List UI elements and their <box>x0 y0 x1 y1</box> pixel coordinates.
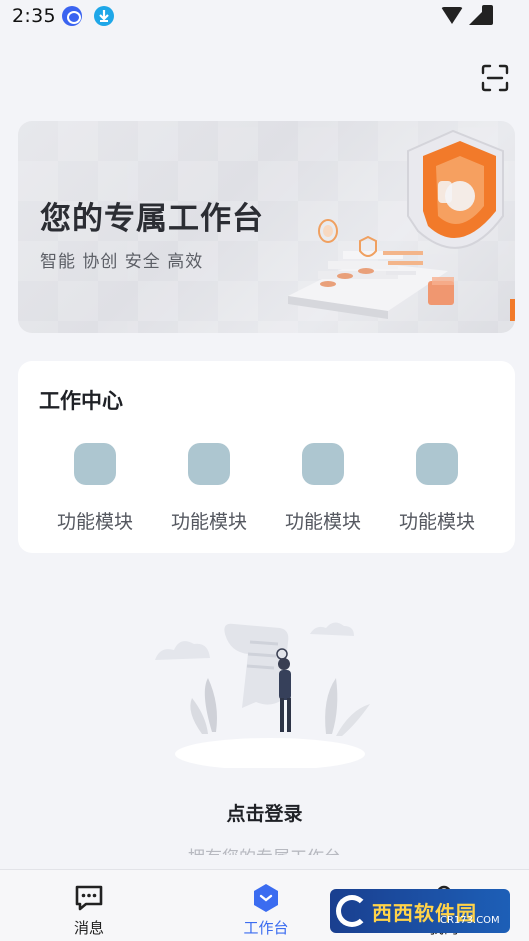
watermark-sub: CR173.COM <box>440 915 500 926</box>
function-module-2[interactable]: 功能模块 <box>159 443 259 539</box>
message-icon <box>75 885 103 911</box>
nav-item-workbench[interactable]: 工作台 <box>211 870 321 941</box>
nav-label-workbench: 工作台 <box>243 919 289 937</box>
module-label: 功能模块 <box>284 511 361 533</box>
login-link[interactable]: 点击登录 <box>0 799 529 826</box>
module-icon <box>74 443 116 485</box>
function-module-3[interactable]: 功能模块 <box>273 443 373 539</box>
login-description: 拥有您的专属工作台 <box>0 843 529 855</box>
chat-notification-icon <box>62 6 82 26</box>
module-icon <box>302 443 344 485</box>
module-label: 功能模块 <box>398 511 475 533</box>
module-icon <box>416 443 458 485</box>
module-label: 功能模块 <box>56 511 133 533</box>
module-icon <box>188 443 230 485</box>
site-watermark: 西西软件园 CR173.COM <box>330 889 510 933</box>
status-time: 2:35 <box>12 5 56 27</box>
function-module-4[interactable]: 功能模块 <box>387 443 487 539</box>
work-center-title: 工作中心 <box>39 389 123 413</box>
workbench-icon <box>254 884 278 912</box>
status-bar: 2:35 <box>0 0 529 34</box>
nav-item-messages[interactable]: 消息 <box>34 870 144 941</box>
security-shield-illustration <box>288 129 515 321</box>
banner-subtitle: 智能 协创 安全 高效 <box>40 252 204 272</box>
scan-icon <box>481 64 509 92</box>
battery-icon <box>482 5 493 25</box>
work-center-card: 工作中心 功能模块 功能模块 功能模块 功能模块 <box>18 361 515 553</box>
nav-label-messages: 消息 <box>73 919 104 937</box>
empty-state-illustration <box>155 622 370 768</box>
wifi-icon <box>441 7 463 24</box>
download-notification-icon <box>94 6 114 26</box>
hero-banner[interactable]: 您的专属工作台 智能 协创 安全 高效 <box>18 121 515 333</box>
banner-title: 您的专属工作台 <box>40 201 264 237</box>
module-label: 功能模块 <box>170 511 247 533</box>
function-module-1[interactable]: 功能模块 <box>45 443 145 539</box>
watermark-logo <box>336 895 368 927</box>
scan-button[interactable] <box>481 64 509 92</box>
